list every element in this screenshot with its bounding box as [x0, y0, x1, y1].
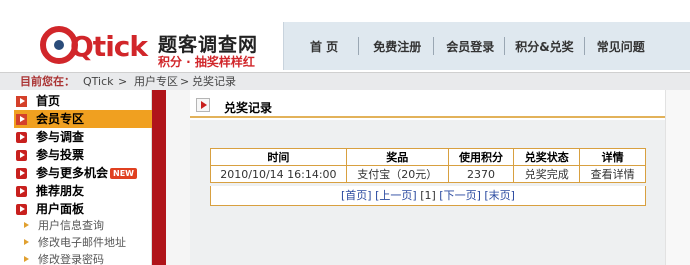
- sidebar-item-home[interactable]: 首页: [14, 92, 152, 110]
- nav-faq[interactable]: 常见问题: [597, 38, 645, 55]
- sidebar-item-label: 推荐朋友: [36, 184, 85, 198]
- page-title: 兑奖记录: [224, 101, 273, 115]
- pager-prev[interactable]: [上一页]: [375, 189, 417, 202]
- column-header-time: 时间: [210, 148, 347, 166]
- column-header-points: 使用积分: [447, 148, 515, 166]
- breadcrumb-label: 目前您在：: [20, 75, 75, 88]
- sidebar-item-label: 参与更多机会: [36, 166, 109, 180]
- bullet-arrow-icon: [24, 222, 29, 228]
- cell-status: 兑奖完成: [513, 165, 581, 183]
- cell-prize: 支付宝（20元）: [345, 165, 449, 183]
- breadcrumb-separator: >: [118, 75, 128, 88]
- content-gutter: [166, 90, 190, 265]
- arrow-icon: [16, 96, 27, 107]
- sidebar-item-label: 用户面板: [36, 202, 85, 216]
- sidebar-sub-item-label: 修改电子邮件地址: [38, 236, 126, 249]
- red-arrow-icon: [16, 150, 27, 161]
- sidebar-item-user-panel[interactable]: 用户面板: [14, 200, 152, 218]
- red-arrow-icon: [16, 132, 27, 143]
- sidebar-item-votes[interactable]: 参与投票: [14, 146, 152, 164]
- breadcrumb-item-home[interactable]: QTick: [83, 73, 114, 90]
- pager-current: [1]: [420, 189, 436, 202]
- red-arrow-icon: [16, 204, 27, 215]
- pager-last[interactable]: [末页]: [484, 189, 515, 202]
- column-header-prize: 奖品: [345, 148, 449, 166]
- sidebar-item-label: 参与投票: [36, 148, 85, 162]
- table-row: 2010/10/14 16:14:00 支付宝（20元） 2370 兑奖完成 查…: [210, 165, 646, 183]
- breadcrumb-item-current: 兑奖记录: [192, 75, 236, 88]
- bullet-arrow-icon: [24, 239, 29, 245]
- section-header: 兑奖记录: [190, 90, 665, 118]
- nav-home[interactable]: 首 页: [310, 38, 338, 55]
- sidebar-item-more-chances[interactable]: 参与更多机会 NEW: [14, 164, 152, 182]
- sidebar-sub-item-user-info[interactable]: 用户信息查询: [14, 218, 152, 234]
- table-header-row: 时间 奖品 使用积分 兑奖状态 详情: [210, 148, 646, 166]
- sidebar-item-label: 会员专区: [36, 112, 85, 126]
- sidebar-divider-bar: [152, 90, 166, 265]
- sidebar-sub-item-change-password[interactable]: 修改登录密码: [14, 252, 152, 265]
- play-arrow-icon: [196, 98, 210, 112]
- right-margin: [665, 90, 690, 265]
- cell-points: 2370: [447, 165, 515, 183]
- nav-register[interactable]: 免费注册: [373, 38, 421, 55]
- sidebar-sub-item-label: 修改登录密码: [38, 253, 104, 265]
- new-badge: NEW: [110, 168, 137, 179]
- logo-text: Qtick: [70, 30, 148, 63]
- column-header-details: 详情: [579, 148, 646, 166]
- sidebar-item-label: 参与调查: [36, 130, 85, 144]
- site-header: Qtick 题客调查网 积分 · 抽奖样样红 首 页 免费注册 会员登录 积分&…: [0, 0, 690, 72]
- sidebar: 首页 会员专区 参与调查 参与投票 参与更多机会 NEW 推荐朋友 用户面板 用户…: [0, 90, 152, 265]
- main-content: 兑奖记录 时间 奖品 使用积分 兑奖状态 详情 2010/10/14 16:14…: [190, 90, 690, 265]
- pager-first[interactable]: [首页]: [341, 189, 372, 202]
- pager-next[interactable]: [下一页]: [439, 189, 481, 202]
- breadcrumb-separator: >: [180, 75, 190, 88]
- sidebar-item-refer-friends[interactable]: 推荐朋友: [14, 182, 152, 200]
- sidebar-sub-item-label: 用户信息查询: [38, 219, 104, 232]
- bullet-arrow-icon: [24, 256, 29, 262]
- sidebar-item-surveys[interactable]: 参与调查: [14, 128, 152, 146]
- redemption-records-table: 时间 奖品 使用积分 兑奖状态 详情 2010/10/14 16:14:00 支…: [210, 148, 646, 183]
- site-logo[interactable]: Qtick: [12, 16, 162, 66]
- column-header-status: 兑奖状态: [513, 148, 581, 166]
- sidebar-item-member-area[interactable]: 会员专区: [14, 110, 152, 128]
- site-slogan: 积分 · 抽奖样样红: [158, 55, 255, 69]
- main-nav: 首 页 免费注册 会员登录 积分&兑奖 常见问题: [283, 22, 690, 70]
- sidebar-item-label: 首页: [36, 94, 61, 108]
- pagination: [首页] [上一页] [1] [下一页] [末页]: [210, 186, 646, 206]
- arrow-icon: [16, 114, 27, 125]
- sidebar-sub-item-change-email[interactable]: 修改电子邮件地址: [14, 235, 152, 251]
- nav-login[interactable]: 会员登录: [446, 38, 494, 55]
- red-arrow-icon: [16, 168, 27, 179]
- nav-points-rewards[interactable]: 积分&兑奖: [515, 38, 573, 55]
- cell-time: 2010/10/14 16:14:00: [210, 165, 347, 183]
- breadcrumb: 目前您在： QTick > 用户专区 > 兑奖记录: [0, 72, 690, 90]
- view-details-link[interactable]: 查看详情: [579, 165, 646, 183]
- red-arrow-icon: [16, 186, 27, 197]
- records-panel: 时间 奖品 使用积分 兑奖状态 详情 2010/10/14 16:14:00 支…: [190, 120, 665, 265]
- breadcrumb-item-user-area[interactable]: 用户专区: [134, 73, 178, 90]
